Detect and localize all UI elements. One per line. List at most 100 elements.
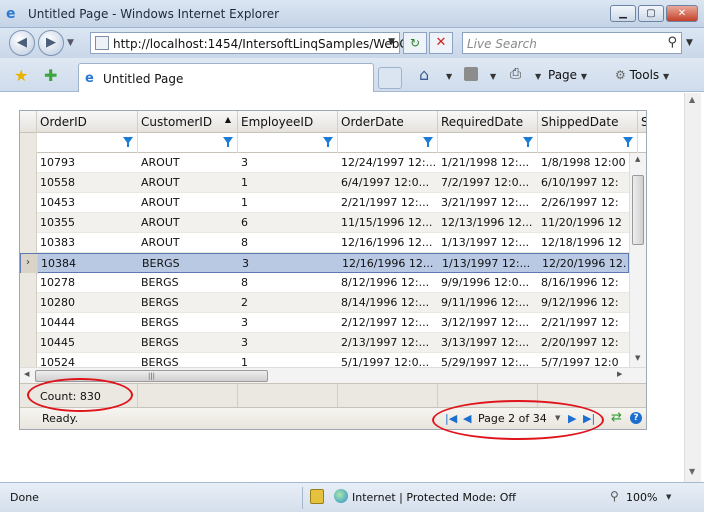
table-cell[interactable]: 1/13/1997 12:... xyxy=(442,257,538,270)
grid-scroll-up-icon[interactable]: ▲ xyxy=(635,155,640,163)
zoom-dropdown-icon[interactable]: ▼ xyxy=(666,493,671,501)
table-row[interactable]: 10793 AROUT 3 12/24/1997 12:... 1/21/1998 12… xyxy=(20,153,629,173)
forward-button[interactable]: ▶ xyxy=(38,30,64,56)
table-cell[interactable]: 9/12/1996 12: xyxy=(541,296,629,309)
table-row-selected[interactable]: › 10384 BERGS 3 12/16/1996 12... 1/13/1997 12… xyxy=(20,253,630,274)
tools-menu[interactable]: ⚙ Tools ▼ xyxy=(615,68,669,82)
grid-scroll-thumb[interactable] xyxy=(632,175,644,245)
print-dropdown-icon[interactable]: ▼ xyxy=(535,72,541,81)
table-cell[interactable]: 1 xyxy=(241,196,337,209)
row-indicator[interactable] xyxy=(20,313,37,333)
table-cell[interactable]: 3/21/1997 12:... xyxy=(441,196,537,209)
filter-employeeid[interactable] xyxy=(238,133,338,153)
add-favorites-icon[interactable]: ✚ xyxy=(44,66,57,85)
table-cell[interactable]: 10355 xyxy=(40,216,136,229)
row-indicator[interactable] xyxy=(20,233,37,253)
table-cell[interactable]: 10280 xyxy=(40,296,136,309)
header-requireddate[interactable]: RequiredDate xyxy=(438,111,538,133)
print-icon[interactable]: ⎙ xyxy=(510,66,521,82)
table-cell[interactable]: 8/16/1996 12: xyxy=(541,276,629,289)
table-cell[interactable]: 8 xyxy=(241,276,337,289)
grid-scroll-left-icon[interactable]: ◀ xyxy=(24,370,29,378)
filter-funnel-icon[interactable] xyxy=(223,137,233,147)
table-row[interactable]: 10445 BERGS 3 2/13/1997 12:... 3/13/1997 12:… xyxy=(20,333,629,353)
table-cell[interactable]: 12/13/1996 12... xyxy=(441,216,537,229)
zoom-icon[interactable]: ⚲ xyxy=(610,489,619,503)
table-cell[interactable]: 10453 xyxy=(40,196,136,209)
close-button[interactable]: ✕ xyxy=(666,5,698,22)
table-cell[interactable]: 8 xyxy=(241,236,337,249)
table-row[interactable]: 10280 BERGS 2 8/14/1996 12:... 9/11/1996 12:… xyxy=(20,293,629,313)
filter-funnel-icon[interactable] xyxy=(323,137,333,147)
address-dropdown-icon[interactable]: ▼ xyxy=(388,37,395,47)
filter-funnel-icon[interactable] xyxy=(523,137,533,147)
table-cell[interactable]: 12/16/1996 12... xyxy=(342,257,438,270)
table-cell[interactable]: 10278 xyxy=(40,276,136,289)
table-cell[interactable]: 8/12/1996 12:... xyxy=(341,276,437,289)
table-cell[interactable]: 2/12/1997 12:... xyxy=(341,316,437,329)
help-icon[interactable]: ? xyxy=(630,412,642,424)
filter-requireddate[interactable] xyxy=(438,133,538,153)
table-cell[interactable]: AROUT xyxy=(141,156,237,169)
feeds-icon[interactable] xyxy=(464,67,478,81)
table-cell[interactable]: 8/14/1996 12:... xyxy=(341,296,437,309)
table-cell[interactable]: BERGS xyxy=(141,276,237,289)
table-cell[interactable]: 2/13/1997 12:... xyxy=(341,336,437,349)
table-cell[interactable]: BERGS xyxy=(142,257,238,270)
table-cell[interactable]: 10444 xyxy=(40,316,136,329)
row-indicator[interactable] xyxy=(20,213,37,233)
table-row[interactable]: 10453 AROUT 1 2/21/1997 12:... 3/21/1997 12:… xyxy=(20,193,629,213)
tab-untitled-page[interactable]: e Untitled Page xyxy=(78,63,374,92)
table-cell[interactable]: BERGS xyxy=(141,296,237,309)
table-cell[interactable]: 10558 xyxy=(40,176,136,189)
search-icon[interactable]: ⚲ xyxy=(667,35,677,50)
row-indicator[interactable] xyxy=(20,173,37,193)
grid-scroll-right-icon[interactable]: ▶ xyxy=(617,370,622,378)
table-cell[interactable]: 3 xyxy=(242,257,338,270)
table-cell[interactable]: 6/10/1997 12: xyxy=(541,176,629,189)
table-cell[interactable]: 1/13/1997 12:... xyxy=(441,236,537,249)
table-cell[interactable]: AROUT xyxy=(141,196,237,209)
recent-pages-dropdown-icon[interactable]: ▼ xyxy=(67,38,74,48)
row-indicator[interactable]: › xyxy=(21,254,38,274)
table-cell[interactable]: 12/20/1996 12. xyxy=(542,257,630,270)
table-cell[interactable]: 11/15/1996 12... xyxy=(341,216,437,229)
table-cell[interactable]: 2 xyxy=(241,296,337,309)
table-cell[interactable]: 6/4/1997 12:0... xyxy=(341,176,437,189)
table-cell[interactable]: 3/13/1997 12:... xyxy=(441,336,537,349)
filter-orderid[interactable] xyxy=(37,133,138,153)
header-next-column[interactable]: S xyxy=(638,111,646,133)
refresh-button[interactable]: ↻ xyxy=(403,32,427,54)
table-cell[interactable]: 2/20/1997 12: xyxy=(541,336,629,349)
table-cell[interactable]: 11/20/1996 12 xyxy=(541,216,629,229)
header-orderid[interactable]: OrderID xyxy=(37,111,138,133)
table-cell[interactable]: 3 xyxy=(241,316,337,329)
page-menu[interactable]: Page ▼ xyxy=(548,68,587,82)
table-row[interactable]: 10558 AROUT 1 6/4/1997 12:0... 7/2/1997 12:0… xyxy=(20,173,629,193)
row-indicator[interactable] xyxy=(20,293,37,313)
header-employeeid[interactable]: EmployeeID xyxy=(238,111,338,133)
table-cell[interactable]: 12/24/1997 12:... xyxy=(341,156,437,169)
table-cell[interactable]: 12/16/1996 12... xyxy=(341,236,437,249)
table-cell[interactable]: AROUT xyxy=(141,216,237,229)
table-cell[interactable]: 10383 xyxy=(40,236,136,249)
table-cell[interactable]: 2/21/1997 12:... xyxy=(341,196,437,209)
favorites-star-icon[interactable]: ★ xyxy=(14,66,28,85)
table-cell[interactable]: 6 xyxy=(241,216,337,229)
filter-customerid[interactable] xyxy=(138,133,238,153)
table-cell[interactable]: 9/11/1996 12:... xyxy=(441,296,537,309)
security-shield-icon[interactable] xyxy=(310,489,324,504)
table-cell[interactable]: 1 xyxy=(241,176,337,189)
table-cell[interactable]: 3 xyxy=(241,156,337,169)
search-dropdown-icon[interactable]: ▼ xyxy=(686,38,693,48)
filter-funnel-icon[interactable] xyxy=(623,137,633,147)
minimize-button[interactable]: ▁ xyxy=(610,5,636,22)
grid-vertical-scrollbar[interactable]: ▲ ▼ xyxy=(629,153,646,367)
home-icon[interactable]: ⌂ xyxy=(419,65,429,84)
table-cell[interactable]: 7/2/1997 12:0... xyxy=(441,176,537,189)
row-indicator[interactable] xyxy=(20,273,37,293)
table-cell[interactable]: 3/12/1997 12:... xyxy=(441,316,537,329)
table-cell[interactable]: 1/8/1998 12:00 xyxy=(541,156,629,169)
table-cell[interactable]: 2/21/1997 12: xyxy=(541,316,629,329)
table-cell[interactable]: 10384 xyxy=(41,257,137,270)
